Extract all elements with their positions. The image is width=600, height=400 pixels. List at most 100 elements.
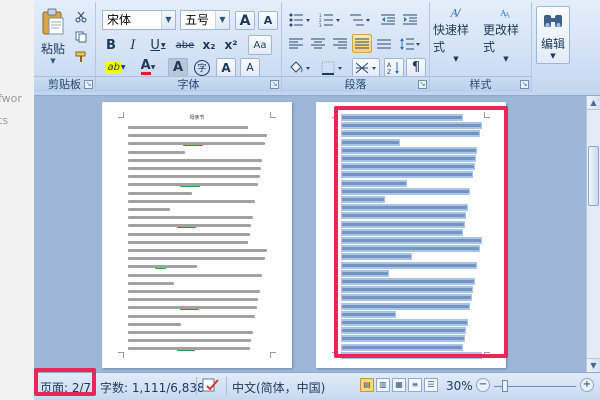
vertical-scrollbar[interactable]: ▲ ▼ [586, 96, 600, 372]
numbered-list-icon: 123 [319, 13, 340, 27]
underline-button[interactable]: U ▼ [146, 36, 170, 54]
text-line [128, 331, 253, 334]
brush-icon [75, 51, 86, 62]
paint-bucket-icon [290, 60, 310, 73]
font-name-select[interactable]: 宋体 ▼ [102, 10, 176, 30]
decrease-indent-button[interactable] [378, 10, 398, 29]
numbering-button[interactable]: 123 [316, 10, 344, 29]
text-line [128, 167, 261, 170]
bullets-button[interactable] [286, 10, 314, 29]
phonetic-guide-button[interactable]: A [216, 58, 236, 77]
asian-layout-icon [355, 62, 376, 73]
web-layout-view-icon[interactable]: ▦ [392, 378, 406, 392]
line-spacing-button[interactable] [396, 34, 424, 53]
font-size-select[interactable]: 五号 ▼ [180, 10, 230, 30]
zoom-level[interactable]: 30% [446, 379, 473, 393]
distributed-icon [377, 39, 391, 48]
text-line [128, 175, 260, 179]
quick-styles-button[interactable]: A 快速样式 ▼ [432, 6, 480, 64]
spelling-squiggle [177, 227, 196, 229]
scroll-down-icon[interactable]: ▼ [587, 358, 600, 372]
shrink-font-button[interactable]: A [258, 11, 278, 30]
font-color-button[interactable]: A ▼ [134, 58, 162, 76]
document-area[interactable]: 母亲节 [34, 96, 600, 372]
margin-mark [484, 112, 490, 118]
outline-view-icon[interactable]: ≡ [408, 378, 422, 392]
shading-button[interactable] [286, 58, 314, 77]
dialog-launcher-icon[interactable]: ↘ [418, 80, 427, 89]
font-name-value: 宋体 [107, 13, 132, 27]
sort-button[interactable]: AZ [384, 58, 404, 77]
strikethrough-button[interactable]: abe [174, 36, 196, 54]
spelling-squiggle [182, 145, 204, 147]
increase-indent-button[interactable] [400, 10, 420, 29]
dialog-launcher-icon[interactable]: ↘ [270, 80, 279, 89]
subscript-button[interactable]: x₂ [199, 36, 219, 54]
format-painter-button[interactable] [72, 48, 90, 65]
character-shading-button[interactable]: A [168, 58, 188, 77]
editing-group: 编辑 ▼ [532, 2, 574, 92]
language-indicator[interactable]: 中文(简体，中国) [232, 379, 325, 396]
print-layout-view-icon[interactable]: ▤ [360, 378, 374, 392]
dialog-launcher-icon[interactable]: ↘ [84, 80, 93, 89]
cut-button[interactable] [72, 8, 90, 25]
grow-font-button[interactable]: A [235, 11, 255, 30]
multilevel-list-button[interactable] [346, 10, 374, 29]
text-line [342, 321, 467, 324]
align-center-button[interactable] [308, 34, 328, 53]
shrink-font-icon: A [263, 14, 273, 27]
multilevel-list-icon [350, 14, 370, 25]
scroll-thumb[interactable] [588, 146, 599, 206]
text-line [342, 230, 463, 234]
svg-text:A: A [450, 8, 459, 19]
zoom-out-icon[interactable]: − [476, 378, 490, 392]
text-line [342, 148, 477, 152]
text-line [342, 116, 463, 119]
font-size-value: 五号 [185, 13, 210, 27]
text-line [342, 353, 481, 357]
distributed-button[interactable] [374, 34, 394, 53]
char-border-button[interactable]: A [240, 58, 260, 77]
align-right-button[interactable] [330, 34, 350, 53]
enclose-characters-button[interactable]: 字 [192, 58, 212, 77]
full-screen-view-icon[interactable]: ▥ [376, 378, 390, 392]
italic-button[interactable]: I [124, 36, 142, 54]
char-border-icon: A [246, 61, 254, 74]
scroll-up-icon[interactable]: ▲ [587, 96, 600, 110]
background-text-fragment: ts [0, 114, 9, 127]
bold-button[interactable]: B [102, 36, 120, 54]
text-line [128, 249, 267, 252]
show-hide-marks-button[interactable]: ¶ [406, 58, 426, 77]
document-page-1[interactable]: 母亲节 [102, 102, 292, 368]
text-line [342, 124, 481, 128]
paste-button[interactable]: 粘贴 ▼ [38, 6, 68, 66]
text-line [342, 271, 389, 275]
asian-layout-button[interactable] [352, 58, 380, 77]
page-counter[interactable]: 页面: 2/7 [40, 379, 91, 396]
clipboard-icon [42, 8, 64, 34]
align-left-icon [289, 38, 303, 48]
text-line [342, 288, 473, 292]
spelling-squiggle [176, 350, 195, 352]
justify-button[interactable] [352, 34, 372, 53]
zoom-slider-thumb[interactable] [502, 380, 508, 392]
align-left-button[interactable] [286, 34, 306, 53]
proofing-icon[interactable] [202, 377, 220, 396]
change-styles-button[interactable]: A A 更改样式 ▼ [482, 6, 530, 64]
background-text-fragment: fwor [0, 92, 22, 105]
superscript-button[interactable]: x² [221, 36, 241, 54]
highlight-button[interactable]: ab ▼ [102, 58, 130, 76]
editing-button[interactable]: 编辑 ▼ [536, 6, 570, 64]
text-line [128, 298, 259, 302]
text-line [128, 240, 249, 244]
draft-view-icon[interactable]: ☰ [424, 378, 438, 392]
clear-formatting-button[interactable]: Aa [248, 35, 272, 55]
word-count[interactable]: 字数: 1,111/6,838 [100, 379, 205, 396]
dialog-launcher-icon[interactable]: ↘ [520, 80, 529, 89]
borders-button[interactable] [318, 58, 346, 77]
text-line [342, 247, 480, 251]
zoom-in-icon[interactable]: + [580, 378, 594, 392]
text-line [342, 255, 411, 259]
document-page-2[interactable] [316, 102, 506, 368]
copy-button[interactable] [72, 28, 90, 45]
